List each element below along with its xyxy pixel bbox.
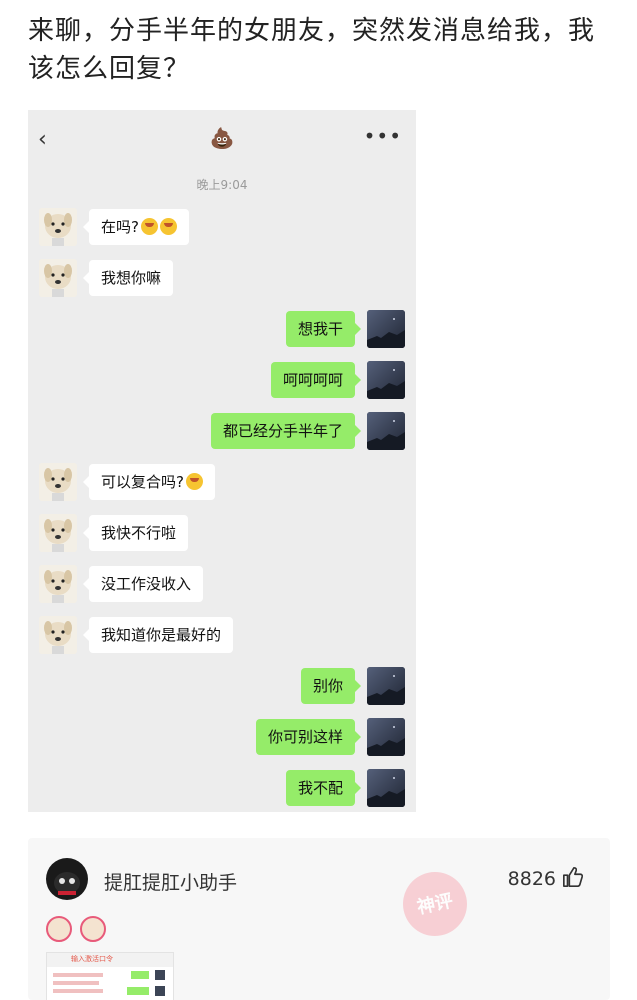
message-text: 你可别这样 [267, 728, 343, 746]
received-message-bubble[interactable]: 在吗? [83, 209, 189, 245]
chat-screenshot: ‹ 💩 ••• 晚上9:04 在吗? 我想你嘛 想我干 呵呵呵呵 都已经分手半年了 可以复… [28, 110, 416, 812]
message-text: 呵呵呵呵 [282, 371, 343, 389]
emoji-icon [159, 218, 177, 235]
message-row: 在吗? [28, 208, 416, 250]
thumbnail-bubble [127, 987, 149, 995]
message-row: 我想你嘛 [28, 259, 416, 301]
sent-message-bubble[interactable]: 呵呵呵呵 [270, 362, 362, 398]
top-comment-card: 提肛提肛小助手 神评 8826 输入激活口令 [28, 838, 610, 1000]
hot-comment-stamp: 神评 [397, 866, 473, 942]
message-text: 都已经分手半年了 [222, 422, 343, 440]
more-icon[interactable]: ••• [364, 124, 402, 148]
message-text: 我不配 [297, 779, 343, 797]
sent-message-bubble[interactable]: 想我干 [285, 311, 362, 347]
thumbnail-text-line [53, 973, 103, 977]
message-timestamp: 晚上9:04 [196, 178, 248, 192]
message-row: 都已经分手半年了 [28, 412, 416, 454]
message-text: 我快不行啦 [101, 524, 177, 542]
received-message-bubble[interactable]: 我知道你是最好的 [82, 617, 234, 653]
thumbnail-text-line [53, 989, 103, 993]
message-row: 你可别这样 [28, 718, 416, 760]
stamp-label: 神评 [415, 890, 455, 919]
self-avatar[interactable] [367, 718, 405, 756]
received-message-bubble[interactable]: 没工作没收入 [82, 566, 204, 602]
self-avatar[interactable] [367, 412, 405, 450]
thumbnail-avatar [155, 986, 165, 996]
commenter-name[interactable]: 提肛提肛小助手 [104, 868, 237, 895]
contact-avatar[interactable] [39, 259, 77, 297]
received-message-bubble[interactable]: 可以复合吗? [83, 464, 215, 500]
contact-avatar[interactable] [39, 616, 77, 654]
message-row: 想我干 [28, 310, 416, 352]
thumbnail-avatar [155, 970, 165, 980]
self-avatar[interactable] [367, 361, 405, 399]
received-message-bubble[interactable]: 我快不行啦 [82, 515, 189, 551]
message-text: 别你 [312, 677, 343, 695]
clown-emoji-icon [80, 916, 106, 942]
message-text: 我想你嘛 [101, 269, 162, 287]
message-text: 想我干 [297, 320, 343, 338]
message-row: 可以复合吗? [28, 463, 416, 505]
self-avatar[interactable] [367, 769, 405, 807]
message-text: 没工作没收入 [101, 575, 192, 593]
contact-name: 💩 [209, 126, 235, 150]
message-row: 没工作没收入 [28, 565, 416, 607]
message-text: 我知道你是最好的 [101, 626, 222, 644]
like-count: 8826 [507, 868, 556, 890]
received-message-bubble[interactable]: 我想你嘛 [82, 260, 174, 296]
sent-message-bubble[interactable]: 你可别这样 [255, 719, 362, 755]
message-text: 在吗? [101, 218, 139, 236]
sent-message-bubble[interactable]: 都已经分手半年了 [210, 413, 362, 449]
thumbnail-text-line [53, 981, 99, 985]
contact-avatar[interactable] [39, 565, 77, 603]
message-row: 呵呵呵呵 [28, 361, 416, 403]
comment-image-thumbnail[interactable]: 输入激活口令 [46, 952, 174, 1000]
post-title: 来聊，分手半年的女朋友，突然发消息给我，我该怎么回复？ [28, 16, 596, 84]
message-row: 我不配 [28, 769, 416, 811]
sent-message-bubble[interactable]: 我不配 [285, 770, 362, 806]
thumbnail-bubble [131, 971, 149, 979]
contact-avatar[interactable] [39, 463, 77, 501]
contact-avatar[interactable] [39, 514, 77, 552]
emoji-icon [185, 473, 203, 490]
sent-message-bubble[interactable]: 别你 [300, 668, 362, 704]
clown-emoji-icon [46, 916, 72, 942]
thumbnail-title: 输入激活口令 [71, 955, 113, 963]
contact-avatar[interactable] [39, 208, 77, 246]
emoji-icon [140, 218, 158, 235]
message-text: 可以复合吗? [101, 473, 184, 491]
message-row: 我快不行啦 [28, 514, 416, 556]
thumbs-up-icon[interactable] [562, 866, 584, 888]
self-avatar[interactable] [367, 310, 405, 348]
message-row: 我知道你是最好的 [28, 616, 416, 658]
message-row: 别你 [28, 667, 416, 709]
comment-emojis [46, 916, 114, 946]
commenter-avatar[interactable] [46, 858, 88, 900]
self-avatar[interactable] [367, 667, 405, 705]
